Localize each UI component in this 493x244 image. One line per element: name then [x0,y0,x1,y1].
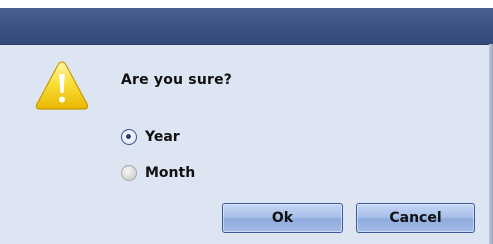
radio-button-selected[interactable] [121,129,137,145]
warning-icon [35,61,89,110]
confirm-message: Are you sure? [121,72,233,88]
dialog-edge [489,44,493,244]
confirm-dialog: Are you sure? Year Month Ok Cancel [0,8,493,244]
radio-label-year: Year [145,129,180,145]
cancel-button[interactable]: Cancel [356,203,475,233]
radio-button-unselected[interactable] [121,165,137,181]
radio-label-month: Month [145,165,196,181]
ok-button[interactable]: Ok [222,203,343,233]
dialog-titlebar[interactable] [0,8,493,45]
radio-option-month[interactable]: Month [121,163,195,183]
radio-option-year[interactable]: Year [121,127,180,147]
